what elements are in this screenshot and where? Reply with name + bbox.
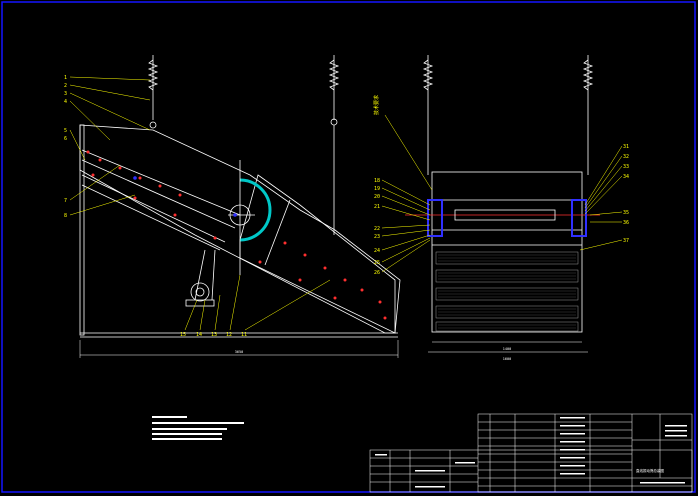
callout-label: 31 bbox=[623, 144, 629, 150]
callout-label: 19 bbox=[374, 186, 380, 192]
callout-label: 33 bbox=[623, 164, 629, 170]
drawing-title: 直线振动筛总装图 bbox=[636, 468, 664, 473]
callout-label: 35 bbox=[623, 210, 629, 216]
callout-label: 3 bbox=[64, 91, 67, 97]
callout-label: 26 bbox=[374, 270, 380, 276]
callout-label: 7 bbox=[64, 198, 67, 204]
callout-label: 25 bbox=[374, 260, 380, 266]
callout-label: 12 bbox=[226, 332, 232, 338]
end-right-spring bbox=[582, 55, 594, 175]
end-view: 1400 1600 bbox=[405, 55, 600, 361]
svg-text:3650: 3650 bbox=[235, 350, 243, 354]
svg-text:1400: 1400 bbox=[503, 347, 511, 351]
title-block-filler-text bbox=[375, 417, 687, 488]
callout-label: 8 bbox=[64, 213, 67, 219]
callout-label: 37 bbox=[623, 238, 629, 244]
callout-label: 22 bbox=[374, 226, 380, 232]
right-bearing-housing bbox=[571, 199, 587, 237]
end-view-leaders bbox=[381, 114, 623, 273]
deck-hatching bbox=[438, 254, 576, 329]
side-view: 3650 bbox=[79, 55, 401, 358]
callout-label: 1 bbox=[64, 75, 67, 81]
callout-label: 4 bbox=[64, 99, 67, 105]
callout-label: 20 bbox=[374, 194, 380, 200]
left-spring-hanger bbox=[147, 55, 159, 129]
vibration-motor bbox=[185, 282, 215, 307]
end-view-callout-labels: 18 19 20 21 22 23 24 25 26 31 32 33 34 3… bbox=[373, 95, 629, 276]
callout-label: 11 bbox=[241, 332, 247, 338]
callout-label: 6 bbox=[64, 136, 67, 142]
discharge-chute bbox=[239, 174, 396, 334]
callout-label: 18 bbox=[374, 178, 380, 184]
cad-drawing-canvas: 3650 1 2 3 4 5 6 7 8 15 14 13 12 11 1400… bbox=[1, 1, 696, 493]
drawing-frame bbox=[1, 1, 696, 493]
callout-label: 32 bbox=[623, 154, 629, 160]
callout-label: 14 bbox=[196, 332, 202, 338]
callout-label: 23 bbox=[374, 234, 380, 240]
callout-label: 36 bbox=[623, 220, 629, 226]
callout-label: 5 bbox=[64, 128, 67, 134]
end-left-spring bbox=[422, 55, 434, 175]
callout-label: 2 bbox=[64, 83, 67, 89]
left-bearing-housing bbox=[427, 199, 443, 237]
svg-text:1600: 1600 bbox=[503, 357, 511, 361]
middle-spring-hanger bbox=[328, 55, 340, 235]
callout-label: 34 bbox=[623, 174, 629, 180]
callout-label: 24 bbox=[374, 248, 380, 254]
vertical-note: 技术要求 bbox=[373, 95, 380, 115]
screen-decks bbox=[435, 251, 579, 332]
exciter-assembly bbox=[228, 160, 272, 275]
technical-notes-block bbox=[152, 416, 244, 440]
title-block bbox=[369, 413, 693, 493]
callout-label: 15 bbox=[180, 332, 186, 338]
callout-label: 21 bbox=[374, 204, 380, 210]
callout-label: 13 bbox=[211, 332, 217, 338]
